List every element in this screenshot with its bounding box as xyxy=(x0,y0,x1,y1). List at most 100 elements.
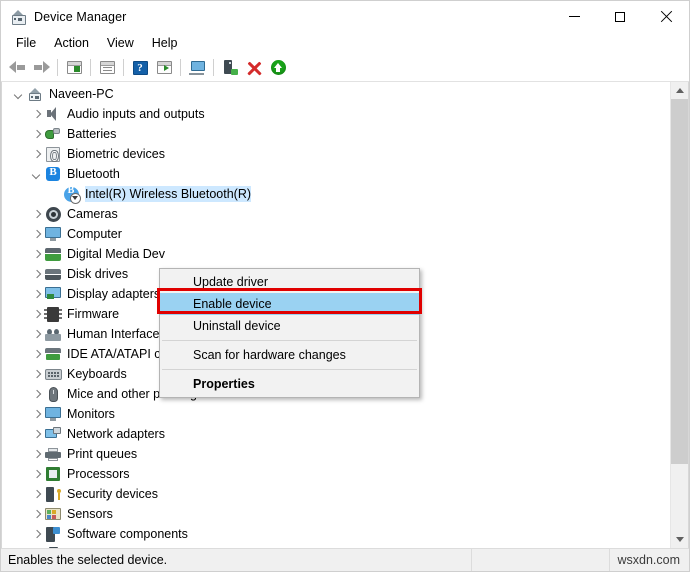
scroll-down-button[interactable] xyxy=(671,531,688,548)
context-menu-item-update-driver[interactable]: Update driver xyxy=(160,271,419,293)
minimize-button[interactable] xyxy=(551,1,597,32)
expand-chevron-icon[interactable] xyxy=(28,464,44,484)
toolbar-separator xyxy=(213,59,214,76)
context-menu-item-properties[interactable]: Properties xyxy=(160,373,419,395)
context-menu-item-uninstall-device[interactable]: Uninstall device xyxy=(160,315,419,337)
context-menu-item-scan-for-hardware-changes[interactable]: Scan for hardware changes xyxy=(160,344,419,366)
tree-item[interactable]: Biometric devices xyxy=(2,144,670,164)
network-adapter-icon xyxy=(44,425,62,443)
menu-file[interactable]: File xyxy=(7,33,45,53)
tree-item[interactable]: Cameras xyxy=(2,204,670,224)
expand-chevron-icon[interactable] xyxy=(28,504,44,524)
expand-chevron-icon[interactable] xyxy=(28,144,44,164)
bluetooth-icon xyxy=(44,165,62,183)
console-tree-icon xyxy=(66,61,82,74)
expand-chevron-icon[interactable] xyxy=(28,324,44,344)
tree-item[interactable]: Print queues xyxy=(2,444,670,464)
help-button[interactable]: ? xyxy=(128,56,152,79)
question-mark-icon: ? xyxy=(132,60,148,75)
expand-chevron-icon[interactable] xyxy=(28,444,44,464)
scan-for-hardware-changes-button[interactable] xyxy=(218,56,242,79)
content-area: Naveen-PC Audio inputs and outputs Batteri… xyxy=(1,82,689,548)
tree-item[interactable]: Sensors xyxy=(2,504,670,524)
tree-item-label: Intel(R) Wireless Bluetooth(R) xyxy=(85,186,252,202)
tree-item[interactable]: Software components xyxy=(2,524,670,544)
expand-chevron-icon[interactable] xyxy=(28,384,44,404)
collapse-chevron-icon[interactable] xyxy=(28,164,44,184)
expand-chevron-icon[interactable] xyxy=(28,344,44,364)
tree-item-selected[interactable]: Intel(R) Wireless Bluetooth(R) xyxy=(2,184,670,204)
menu-help[interactable]: Help xyxy=(143,33,187,53)
back-button[interactable] xyxy=(5,56,29,79)
context-menu[interactable]: Update driver Enable device Uninstall devi… xyxy=(159,268,420,398)
mouse-icon xyxy=(44,385,62,403)
tree-item-label: Software components xyxy=(67,527,188,541)
scroll-up-button[interactable] xyxy=(671,82,688,99)
menu-view[interactable]: View xyxy=(98,33,143,53)
expand-chevron-icon[interactable] xyxy=(28,284,44,304)
close-button[interactable] xyxy=(643,1,689,32)
tree-item[interactable]: Network adapters xyxy=(2,424,670,444)
context-menu-item-label: Uninstall device xyxy=(193,319,281,333)
enable-device-button[interactable] xyxy=(266,56,290,79)
toolbar-separator xyxy=(180,59,181,76)
expand-chevron-icon[interactable] xyxy=(28,404,44,424)
show-hide-action-pane-button[interactable] xyxy=(152,56,176,79)
expand-chevron-icon[interactable] xyxy=(28,524,44,544)
close-icon xyxy=(660,10,673,23)
tree-item[interactable]: Digital Media Dev xyxy=(2,244,670,264)
maximize-icon xyxy=(615,11,625,22)
red-x-icon xyxy=(247,61,261,75)
expand-chevron-icon[interactable] xyxy=(28,424,44,444)
tree-item[interactable]: Batteries xyxy=(2,124,670,144)
tree-item-label: Disk drives xyxy=(67,267,129,281)
speaker-icon xyxy=(44,105,62,123)
tree-item-label: Monitors xyxy=(67,407,115,421)
uninstall-device-button[interactable] xyxy=(242,56,266,79)
context-menu-item-enable-device[interactable]: Enable device xyxy=(160,293,419,315)
printer-icon xyxy=(44,445,62,463)
tree-item-label: Naveen-PC xyxy=(49,87,114,101)
context-menu-item-label: Scan for hardware changes xyxy=(193,348,346,362)
show-hide-console-tree-button[interactable] xyxy=(62,56,86,79)
device-manager-icon xyxy=(10,9,26,25)
monitor-icon xyxy=(44,225,62,243)
expand-chevron-icon[interactable] xyxy=(28,364,44,384)
expand-chevron-icon[interactable] xyxy=(28,304,44,324)
arrow-right-icon xyxy=(33,61,50,74)
display-adapter-icon xyxy=(44,285,62,303)
tree-item[interactable]: Security devices xyxy=(2,484,670,504)
tree-item-label: Security devices xyxy=(67,487,159,501)
expand-chevron-icon[interactable] xyxy=(28,484,44,504)
properties-pane-icon xyxy=(99,61,115,74)
tree-item[interactable]: Naveen-PC xyxy=(2,84,670,104)
tree-item-label: Batteries xyxy=(67,127,117,141)
toolbar-separator xyxy=(57,59,58,76)
chevron-up-icon xyxy=(675,88,684,93)
tree-item[interactable]: Monitors xyxy=(2,404,670,424)
expand-chevron-icon[interactable] xyxy=(28,224,44,244)
tree-item-label: Bluetooth xyxy=(67,167,120,181)
expand-chevron-icon[interactable] xyxy=(28,244,44,264)
collapse-chevron-icon[interactable] xyxy=(10,84,26,104)
expand-chevron-icon[interactable] xyxy=(28,104,44,124)
green-up-arrow-icon xyxy=(270,60,286,75)
update-driver-button[interactable] xyxy=(185,56,209,79)
vertical-scrollbar[interactable] xyxy=(670,82,688,548)
tree-twisty[interactable] xyxy=(46,184,62,204)
scrollbar-thumb[interactable] xyxy=(671,99,688,464)
expand-chevron-icon[interactable] xyxy=(28,124,44,144)
expand-chevron-icon[interactable] xyxy=(28,264,44,284)
forward-button[interactable] xyxy=(29,56,53,79)
context-menu-item-label: Properties xyxy=(193,377,255,391)
tree-item[interactable]: Audio inputs and outputs xyxy=(2,104,670,124)
properties-button[interactable] xyxy=(95,56,119,79)
tree-item[interactable]: Computer xyxy=(2,224,670,244)
fingerprint-icon xyxy=(44,145,62,163)
maximize-button[interactable] xyxy=(597,1,643,32)
tree-item[interactable]: Bluetooth xyxy=(2,164,670,184)
menu-action[interactable]: Action xyxy=(45,33,98,53)
expand-chevron-icon[interactable] xyxy=(28,204,44,224)
monitor-icon xyxy=(188,60,206,75)
tree-item[interactable]: Processors xyxy=(2,464,670,484)
